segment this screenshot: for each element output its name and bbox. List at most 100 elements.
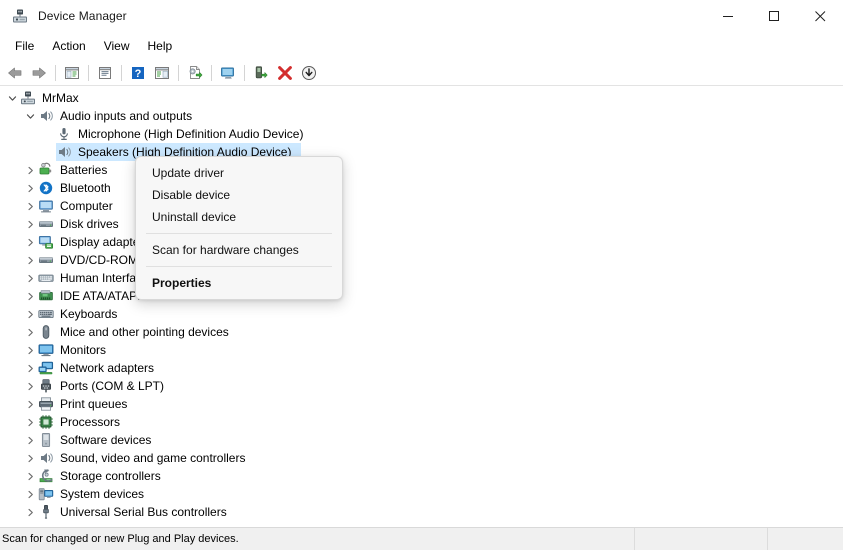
ctx-properties[interactable]: Properties (136, 272, 342, 294)
tree-item-content[interactable]: Storage controllers (38, 467, 167, 485)
chevron-right-icon[interactable] (22, 341, 38, 359)
ctx-uninstall-device[interactable]: Uninstall device (136, 206, 342, 228)
context-menu[interactable]: Update driver Disable device Uninstall d… (135, 156, 343, 300)
show-hide-console-tree-button[interactable] (60, 62, 84, 84)
maximize-button[interactable] (751, 0, 797, 32)
uninstall-device-button[interactable] (273, 62, 297, 84)
update-driver-button[interactable] (183, 62, 207, 84)
tree-item-content[interactable]: Mice and other pointing devices (38, 323, 235, 341)
forward-button[interactable] (27, 62, 51, 84)
tree-item[interactable]: Processors (0, 413, 843, 431)
disable-device-button[interactable] (297, 62, 321, 84)
disable-device-icon (302, 65, 316, 80)
chevron-right-icon[interactable] (22, 305, 38, 323)
device-tree[interactable]: MrMax Audio inputs and outputs Microphone … (0, 86, 843, 527)
tree-item-content[interactable]: Monitors (38, 341, 112, 359)
chevron-right-icon[interactable] (22, 413, 38, 431)
chevron-right-icon[interactable] (22, 179, 38, 197)
chevron-right-icon[interactable] (22, 233, 38, 251)
chevron-right-icon[interactable] (22, 251, 38, 269)
chevron-right-icon[interactable] (22, 485, 38, 503)
tree-item[interactable]: IDE ATA/ATAPI controllers (0, 287, 843, 305)
tree-item[interactable]: Display adapters (0, 233, 843, 251)
scan-hardware-changes-button[interactable] (216, 62, 240, 84)
close-button[interactable] (797, 0, 843, 32)
tree-item-content[interactable]: Processors (38, 413, 126, 431)
tree-item[interactable]: DVD/CD-ROM drives (0, 251, 843, 269)
tree-item-content[interactable]: Keyboards (38, 305, 123, 323)
tree-item[interactable]: Software devices (0, 431, 843, 449)
tree-item[interactable]: MrMax (0, 89, 843, 107)
tree-item[interactable]: Keyboards (0, 305, 843, 323)
enable-device-button[interactable] (249, 62, 273, 84)
tree-item-content[interactable]: Software devices (38, 431, 157, 449)
chevron-right-icon[interactable] (22, 323, 38, 341)
tree-item[interactable]: Storage controllers (0, 467, 843, 485)
chevron-right-icon[interactable] (22, 395, 38, 413)
tree-item-content[interactable]: Bluetooth (38, 179, 117, 197)
tree-item[interactable]: Audio inputs and outputs (0, 107, 843, 125)
tree-item-content[interactable]: Disk drives (38, 215, 125, 233)
tree-item[interactable]: Computer (0, 197, 843, 215)
tree-item[interactable]: Universal Serial Bus controllers (0, 503, 843, 521)
tree-item-content[interactable]: System devices (38, 485, 150, 503)
back-button[interactable] (3, 62, 27, 84)
tree-item-content[interactable]: Batteries (38, 161, 113, 179)
tree-item-content[interactable]: Audio inputs and outputs (38, 107, 198, 125)
menu-action[interactable]: Action (43, 35, 94, 57)
tree-item-content[interactable]: Sound, video and game controllers (38, 449, 251, 467)
tree-item[interactable]: Sound, video and game controllers (0, 449, 843, 467)
tree-item[interactable]: System devices (0, 485, 843, 503)
tree-item-content[interactable]: Network adapters (38, 359, 160, 377)
toolbar-separator (88, 64, 89, 81)
chevron-right-icon[interactable] (22, 197, 38, 215)
port-icon (38, 378, 54, 394)
chevron-right-icon[interactable] (22, 503, 38, 521)
tree-item[interactable]: Bluetooth (0, 179, 843, 197)
toolbar-separator (55, 64, 56, 81)
ctx-scan-hardware-changes[interactable]: Scan for hardware changes (136, 239, 342, 261)
show-hide-action-pane-icon (155, 66, 169, 79)
tree-item[interactable]: Speakers (High Definition Audio Device) (0, 143, 843, 161)
tree-item-content[interactable]: Universal Serial Bus controllers (38, 503, 233, 521)
menu-help[interactable]: Help (139, 35, 182, 57)
chevron-right-icon[interactable] (22, 431, 38, 449)
tree-item-content[interactable]: Computer (38, 197, 119, 215)
chevron-right-icon[interactable] (22, 287, 38, 305)
chevron-right-icon[interactable] (22, 161, 38, 179)
ctx-update-driver[interactable]: Update driver (136, 162, 342, 184)
chevron-down-icon[interactable] (4, 89, 20, 107)
chevron-right-icon[interactable] (22, 449, 38, 467)
tree-item[interactable]: Mice and other pointing devices (0, 323, 843, 341)
tree-item[interactable]: Monitors (0, 341, 843, 359)
tree-item[interactable]: Microphone (High Definition Audio Device… (0, 125, 843, 143)
chevron-right-icon[interactable] (22, 269, 38, 287)
menu-view[interactable]: View (95, 35, 139, 57)
tree-item-content[interactable]: MrMax (20, 89, 85, 107)
tree-item[interactable]: Print queues (0, 395, 843, 413)
chevron-down-icon[interactable] (22, 107, 38, 125)
tree-item-label: System devices (60, 487, 145, 501)
menu-file[interactable]: File (6, 35, 43, 57)
show-hide-action-pane-button[interactable] (150, 62, 174, 84)
tree-item[interactable]: Ports (COM & LPT) (0, 377, 843, 395)
chevron-right-icon[interactable] (22, 215, 38, 233)
properties-button[interactable] (93, 62, 117, 84)
tree-item-content[interactable]: Print queues (38, 395, 133, 413)
tree-item[interactable]: Batteries (0, 161, 843, 179)
chevron-right-icon[interactable] (22, 359, 38, 377)
system-device-icon (38, 486, 54, 502)
tree-item-content[interactable]: Ports (COM & LPT) (38, 377, 170, 395)
show-hide-console-tree-icon (65, 66, 79, 79)
window-title: Device Manager (38, 9, 127, 23)
tree-item-label: Software devices (60, 433, 152, 447)
tree-item-content[interactable]: Microphone (High Definition Audio Device… (56, 125, 309, 143)
tree-item[interactable]: Network adapters (0, 359, 843, 377)
chevron-right-icon[interactable] (22, 377, 38, 395)
chevron-right-icon[interactable] (22, 467, 38, 485)
ctx-disable-device[interactable]: Disable device (136, 184, 342, 206)
help-button[interactable]: ? (126, 62, 150, 84)
tree-item[interactable]: Human Interface Devices (0, 269, 843, 287)
tree-item[interactable]: Disk drives (0, 215, 843, 233)
minimize-button[interactable] (705, 0, 751, 32)
